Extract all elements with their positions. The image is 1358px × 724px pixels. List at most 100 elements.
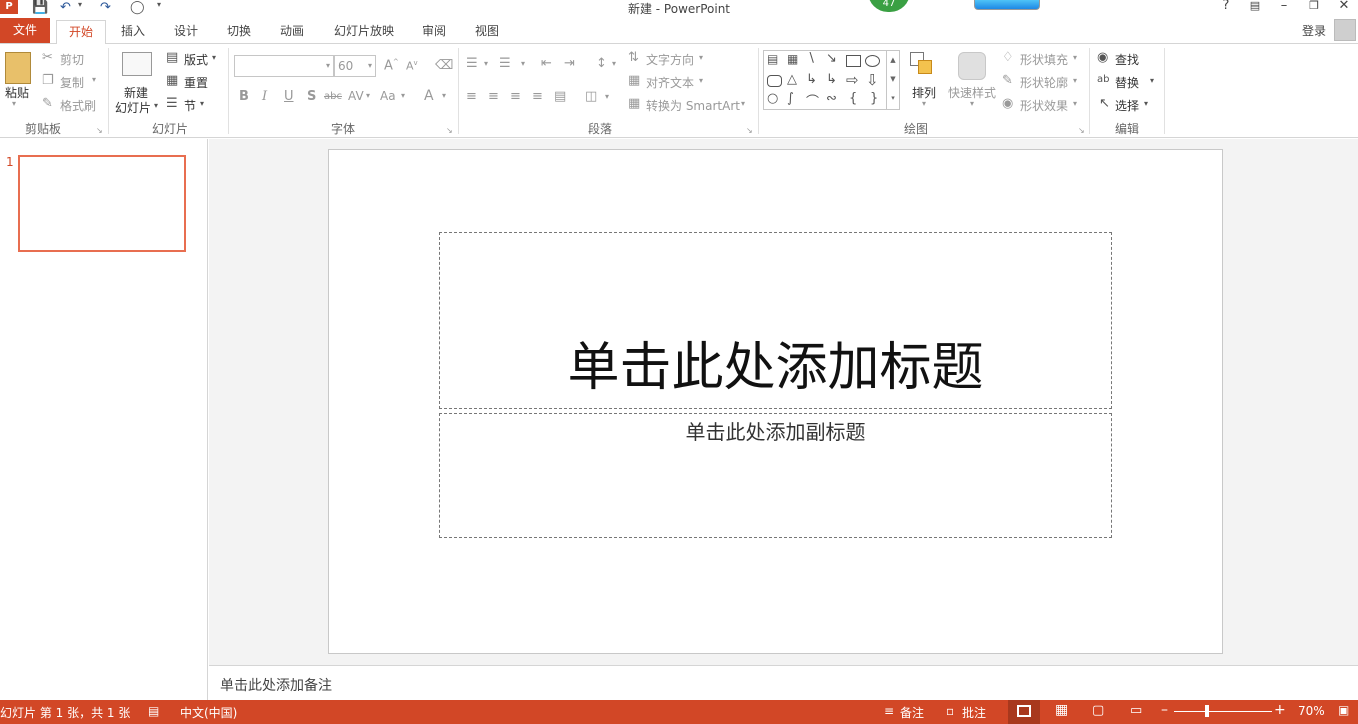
- new-slide-dropdown-icon[interactable]: ▾: [154, 101, 158, 110]
- notes-toggle-button[interactable]: 备注: [900, 704, 924, 721]
- font-launcher-icon[interactable]: ↘: [446, 126, 453, 135]
- reading-view-icon[interactable]: ▢: [1092, 703, 1104, 718]
- distributed-icon[interactable]: ▤: [554, 89, 566, 104]
- font-size-combo[interactable]: 60 ▾: [334, 55, 376, 77]
- smartart-dropdown-icon[interactable]: ▾: [741, 99, 745, 108]
- select-button[interactable]: 选择: [1115, 97, 1139, 114]
- line-shape-icon[interactable]: ∖: [807, 51, 815, 66]
- help-icon[interactable]: ?: [1218, 0, 1234, 14]
- comments-button[interactable]: 批注: [962, 704, 986, 721]
- numbering-dropdown-icon[interactable]: ▾: [521, 59, 525, 68]
- select-dropdown-icon[interactable]: ▾: [1144, 99, 1148, 108]
- arrow-line-shape-icon[interactable]: ↘: [826, 51, 837, 66]
- font-name-combo[interactable]: ▾: [234, 55, 334, 77]
- avatar[interactable]: [1334, 19, 1356, 41]
- vertical-textbox-shape-icon[interactable]: ▦: [787, 52, 798, 66]
- signin-link[interactable]: 登录: [1294, 20, 1334, 44]
- underline-button[interactable]: U: [284, 89, 294, 104]
- oval-shape-icon[interactable]: [865, 55, 880, 67]
- section-button[interactable]: 节: [184, 97, 196, 114]
- shape-outline-dropdown-icon[interactable]: ▾: [1073, 76, 1077, 85]
- tab-transitions[interactable]: 切换: [219, 20, 259, 44]
- tab-insert[interactable]: 插入: [113, 20, 153, 44]
- comments-icon[interactable]: ▫: [946, 704, 954, 718]
- elbow-arrow-shape-icon[interactable]: ↳: [826, 72, 837, 87]
- bullets-dropdown-icon[interactable]: ▾: [484, 59, 488, 68]
- zoom-slider-track[interactable]: [1174, 711, 1272, 712]
- rectangle-shape-icon[interactable]: [846, 55, 861, 67]
- smartart-button[interactable]: 转换为 SmartArt: [646, 97, 740, 114]
- zoom-level[interactable]: 70%: [1298, 704, 1325, 718]
- shape-fill-button[interactable]: 形状填充: [1020, 51, 1068, 68]
- triangle-shape-icon[interactable]: △: [787, 72, 797, 87]
- language-indicator[interactable]: 中文(中国): [180, 704, 237, 721]
- zoom-in-icon[interactable]: +: [1274, 702, 1286, 718]
- copy-dropdown-icon[interactable]: ▾: [92, 75, 96, 84]
- new-slide-button[interactable]: 幻灯片: [115, 99, 151, 116]
- down-arrow-shape-icon[interactable]: ⇩: [866, 71, 879, 89]
- line-spacing-icon[interactable]: ↕: [596, 56, 607, 71]
- shrink-font-icon[interactable]: Av: [406, 59, 418, 73]
- numbering-icon[interactable]: ☰: [499, 56, 511, 71]
- layout-button[interactable]: 版式: [184, 51, 208, 68]
- align-text-dropdown-icon[interactable]: ▾: [699, 76, 703, 85]
- paste-dropdown-icon[interactable]: ▾: [12, 99, 16, 108]
- arrange-dropdown-icon[interactable]: ▾: [922, 99, 926, 108]
- cut-button[interactable]: 剪切: [60, 51, 84, 68]
- paste-icon[interactable]: [5, 52, 31, 84]
- shadow-button[interactable]: S: [307, 89, 316, 104]
- italic-button[interactable]: I: [262, 89, 267, 104]
- slide-sorter-icon[interactable]: ▦: [1055, 702, 1068, 718]
- shapes-gallery[interactable]: ▤ ▦ ∖ ↘ △ ↳ ↳ ⇨ ⇩ ○ ∫ ⌒ ∾ { } ▲ ▼ ▾: [763, 50, 900, 110]
- tab-home[interactable]: 开始: [56, 20, 106, 45]
- ribbon-display-options-icon[interactable]: ▤: [1247, 0, 1263, 14]
- tab-file[interactable]: 文件: [0, 18, 50, 43]
- slideshow-view-icon[interactable]: ▭: [1130, 703, 1142, 718]
- align-text-button[interactable]: 对齐文本: [646, 74, 694, 91]
- right-brace-shape-icon[interactable]: }: [870, 91, 878, 106]
- drawing-launcher-icon[interactable]: ↘: [1078, 126, 1085, 135]
- new-slide-icon[interactable]: [122, 52, 152, 76]
- justify-icon[interactable]: ≡: [532, 89, 543, 104]
- align-left-icon[interactable]: ≡: [466, 89, 477, 104]
- shape-outline-button[interactable]: 形状轮廓: [1020, 74, 1068, 91]
- shapes-gallery-scroll[interactable]: ▲ ▼ ▾: [886, 51, 899, 109]
- shape-fill-dropdown-icon[interactable]: ▾: [1073, 53, 1077, 62]
- increase-indent-icon[interactable]: ⇥: [564, 56, 575, 71]
- zoom-out-icon[interactable]: –: [1161, 702, 1168, 718]
- bold-button[interactable]: B: [239, 89, 249, 104]
- copy-button[interactable]: 复制: [60, 74, 84, 91]
- columns-dropdown-icon[interactable]: ▾: [605, 92, 609, 101]
- text-direction-button[interactable]: 文字方向: [646, 51, 694, 68]
- clear-formatting-icon[interactable]: ⌫: [435, 58, 453, 73]
- change-case-button[interactable]: Aa: [380, 89, 396, 103]
- reset-button[interactable]: 重置: [184, 74, 208, 91]
- notes-pane[interactable]: 单击此处添加备注: [209, 665, 1358, 700]
- rounded-rectangle-shape-icon[interactable]: [767, 75, 782, 87]
- title-placeholder[interactable]: 单击此处添加标题: [439, 232, 1112, 409]
- font-color-button[interactable]: A: [424, 88, 434, 104]
- character-spacing-button[interactable]: AV: [348, 89, 364, 103]
- spell-check-icon[interactable]: ▤: [148, 704, 159, 718]
- right-arrow-shape-icon[interactable]: ⇨: [846, 71, 859, 89]
- shape-effects-button[interactable]: 形状效果: [1020, 97, 1068, 114]
- freeform-shape-icon[interactable]: ○: [767, 91, 778, 106]
- tab-slideshow[interactable]: 幻灯片放映: [326, 20, 402, 44]
- layout-dropdown-icon[interactable]: ▾: [212, 53, 216, 62]
- notes-toggle-icon[interactable]: ≡: [884, 704, 894, 718]
- align-center-icon[interactable]: ≡: [488, 89, 499, 104]
- tab-animations[interactable]: 动画: [272, 20, 312, 44]
- bullets-icon[interactable]: ☰: [466, 56, 478, 71]
- subtitle-placeholder[interactable]: 单击此处添加副标题: [439, 413, 1112, 538]
- zoom-slider-thumb[interactable]: [1205, 705, 1209, 717]
- strikethrough-button[interactable]: abc: [324, 91, 342, 102]
- shape-effects-dropdown-icon[interactable]: ▾: [1073, 99, 1077, 108]
- elbow-connector-shape-icon[interactable]: ↳: [806, 72, 817, 87]
- clipboard-launcher-icon[interactable]: ↘: [96, 126, 103, 135]
- font-color-dropdown-icon[interactable]: ▾: [442, 91, 446, 100]
- normal-view-button[interactable]: [1008, 700, 1040, 724]
- left-brace-shape-icon[interactable]: {: [849, 91, 857, 106]
- paste-button[interactable]: 粘贴: [5, 84, 29, 101]
- columns-icon[interactable]: ◫: [585, 89, 597, 104]
- restore-icon[interactable]: ❐: [1306, 0, 1322, 14]
